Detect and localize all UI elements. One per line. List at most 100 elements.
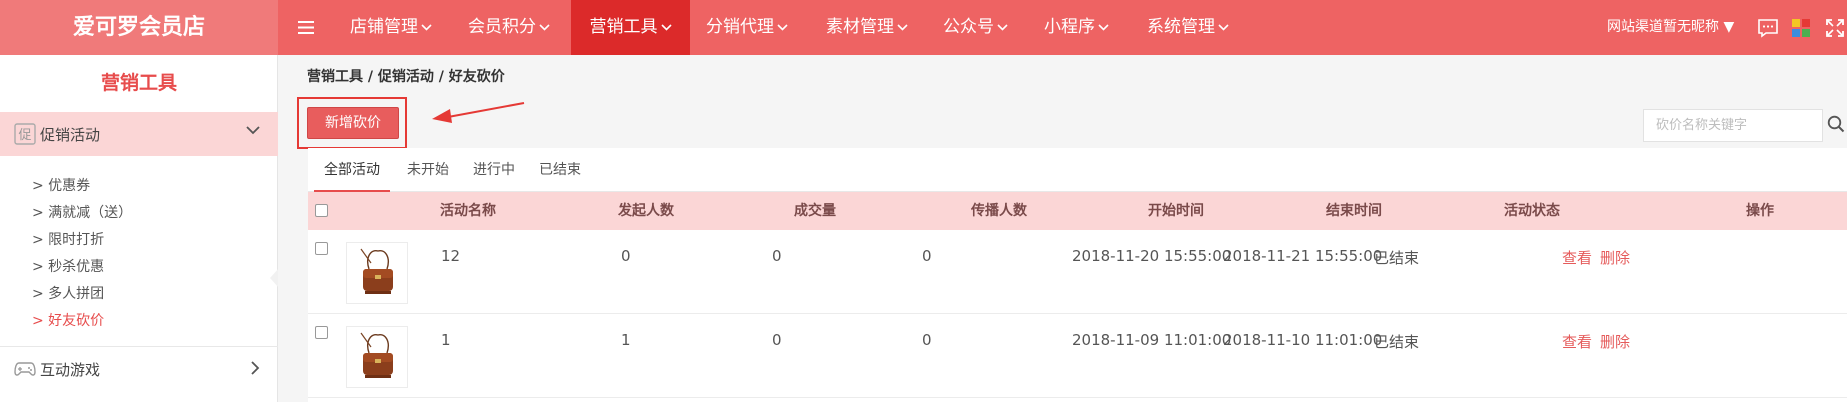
deal-count: 0	[772, 331, 782, 349]
activity-status: 已结束	[1374, 249, 1420, 267]
chevron-down-icon	[777, 23, 788, 31]
start-time: 2018-11-20 15:55:00	[1072, 247, 1232, 265]
column-header-name: 活动名称	[440, 203, 496, 219]
deal-count: 0	[772, 247, 782, 265]
annotation-arrow-icon	[432, 102, 525, 123]
column-header-end-time: 结束时间	[1326, 203, 1382, 219]
chevron-down-icon	[1098, 23, 1109, 31]
search-input[interactable]	[1656, 110, 1822, 141]
start-time: 2018-11-09 11:01:00	[1072, 331, 1232, 349]
sidebar-item-friend-bargain[interactable]: > 好友砍价	[32, 306, 104, 336]
message-icon[interactable]	[1757, 17, 1779, 39]
handbag-image	[360, 248, 393, 294]
sidebar-title: 营销工具	[100, 72, 177, 94]
chevron-down-icon	[660, 23, 672, 31]
initiators-count: 1	[621, 331, 631, 349]
site-channel-dropdown[interactable]: 网站渠道暂无昵称 ▼	[1607, 0, 1734, 55]
nav-label: 店铺管理	[350, 17, 418, 37]
nav-item-materials[interactable]: 素材管理	[826, 0, 908, 55]
chevron-right-icon	[251, 361, 260, 375]
column-header-actions: 操作	[1746, 203, 1774, 219]
chevron-down-icon	[539, 23, 550, 31]
spread-count: 0	[922, 331, 932, 349]
sidebar: 营销工具 促 促销活动 > 优惠券 > 满就减（送） > 限时打折 > 秒杀优惠…	[0, 55, 278, 402]
tab-not-started[interactable]: 未开始	[398, 148, 458, 192]
view-link[interactable]: 查看	[1562, 331, 1592, 352]
top-navigation-bar: 爱可罗会员店 店铺管理 会员积分 营销工具 分销代理 素材管理 公众号 小程序 …	[0, 0, 1847, 55]
activity-status: 已结束	[1374, 333, 1420, 351]
tab-in-progress[interactable]: 进行中	[464, 148, 524, 192]
table-row: 12 0 0 0 2018-11-20 15:55:00 2018-11-21 …	[308, 230, 1847, 314]
theme-color-icon[interactable]	[1790, 17, 1812, 39]
fullscreen-icon[interactable]	[1824, 17, 1846, 39]
column-header-deals: 成交量	[794, 203, 836, 219]
activity-name: 1	[441, 331, 451, 349]
nav-label: 素材管理	[826, 17, 894, 37]
product-thumbnail	[346, 242, 408, 304]
sidebar-item-time-discount[interactable]: > 限时打折	[32, 225, 104, 255]
nav-label: 会员积分	[468, 17, 536, 37]
nav-item-mini-program[interactable]: 小程序	[1044, 0, 1109, 55]
column-header-spread: 传播人数	[971, 203, 1027, 219]
nav-item-distribution[interactable]: 分销代理	[706, 0, 788, 55]
sidebar-item-group-buy[interactable]: > 多人拼团	[32, 279, 104, 309]
main-content: 营销工具 / 促销活动 / 好友砍价 新增砍价 全部活动 未开始 进行中 已结束…	[278, 55, 1847, 402]
end-time: 2018-11-21 15:55:00	[1223, 247, 1383, 265]
nav-label: 系统管理	[1147, 17, 1215, 37]
brand-logo[interactable]: 爱可罗会员店	[0, 0, 278, 55]
nav-label: 公众号	[943, 17, 994, 37]
activity-name: 12	[441, 247, 461, 265]
chevron-down-icon	[897, 23, 908, 31]
hamburger-icon	[298, 21, 314, 34]
nav-item-system[interactable]: 系统管理	[1147, 0, 1229, 55]
svg-text:促: 促	[18, 128, 31, 143]
table-row: 1 1 0 0 2018-11-09 11:01:00 2018-11-10 1…	[308, 314, 1847, 398]
end-time: 2018-11-10 11:01:00	[1223, 331, 1383, 349]
promotion-icon: 促	[14, 123, 36, 145]
gamepad-icon	[14, 358, 36, 380]
menu-toggle-button[interactable]	[278, 0, 334, 55]
initiators-count: 0	[621, 247, 631, 265]
sidebar-item-full-reduction[interactable]: > 满就减（送）	[32, 198, 132, 228]
row-checkbox[interactable]	[315, 326, 328, 339]
breadcrumb: 营销工具 / 促销活动 / 好友砍价	[307, 69, 505, 85]
nav-item-official-account[interactable]: 公众号	[943, 0, 1008, 55]
product-thumbnail	[346, 326, 408, 388]
chevron-down-icon	[421, 23, 432, 31]
search-icon[interactable]	[1827, 115, 1845, 133]
column-header-start-time: 开始时间	[1148, 203, 1204, 219]
spread-count: 0	[922, 247, 932, 265]
activity-tabs: 全部活动 未开始 进行中 已结束	[308, 148, 1847, 192]
select-all-checkbox[interactable]	[315, 204, 328, 217]
sidebar-group-interactive-games[interactable]: 互动游戏	[0, 347, 278, 391]
tab-all[interactable]: 全部活动	[314, 148, 390, 192]
nav-item-member-points[interactable]: 会员积分	[468, 0, 550, 55]
add-bargain-button[interactable]: 新增砍价	[307, 107, 399, 139]
nav-item-marketing-tools[interactable]: 营销工具	[571, 0, 690, 55]
handbag-image	[360, 332, 393, 378]
nav-label: 营销工具	[589, 17, 658, 37]
caret-down-icon: ▼	[1723, 19, 1735, 35]
nav-item-store[interactable]: 店铺管理	[350, 0, 432, 55]
view-link[interactable]: 查看	[1562, 247, 1592, 268]
delete-link[interactable]: 删除	[1600, 247, 1630, 268]
search-box	[1643, 109, 1823, 142]
sidebar-item-flash-sale[interactable]: > 秒杀优惠	[32, 252, 104, 282]
site-channel-label: 网站渠道暂无昵称	[1607, 19, 1719, 35]
column-header-initiators: 发起人数	[618, 203, 674, 219]
table-header: 活动名称 发起人数 成交量 传播人数 开始时间 结束时间 活动状态 操作	[308, 192, 1847, 230]
sidebar-group-label: 促销活动	[40, 125, 101, 144]
chevron-down-icon	[246, 126, 260, 135]
delete-link[interactable]: 删除	[1600, 331, 1630, 352]
row-checkbox[interactable]	[315, 242, 328, 255]
sidebar-item-coupon[interactable]: > 优惠券	[32, 171, 90, 201]
column-header-status: 活动状态	[1504, 203, 1560, 219]
activity-panel: 全部活动 未开始 进行中 已结束 活动名称 发起人数 成交量 传播人数 开始时间…	[308, 148, 1847, 402]
tab-ended[interactable]: 已结束	[530, 148, 590, 192]
nav-label: 分销代理	[706, 17, 774, 37]
sidebar-group-promotions[interactable]: 促 促销活动	[0, 112, 278, 156]
sidebar-group-label: 互动游戏	[40, 360, 101, 379]
chevron-down-icon	[1218, 23, 1229, 31]
nav-label: 小程序	[1044, 17, 1095, 37]
chevron-down-icon	[997, 23, 1008, 31]
